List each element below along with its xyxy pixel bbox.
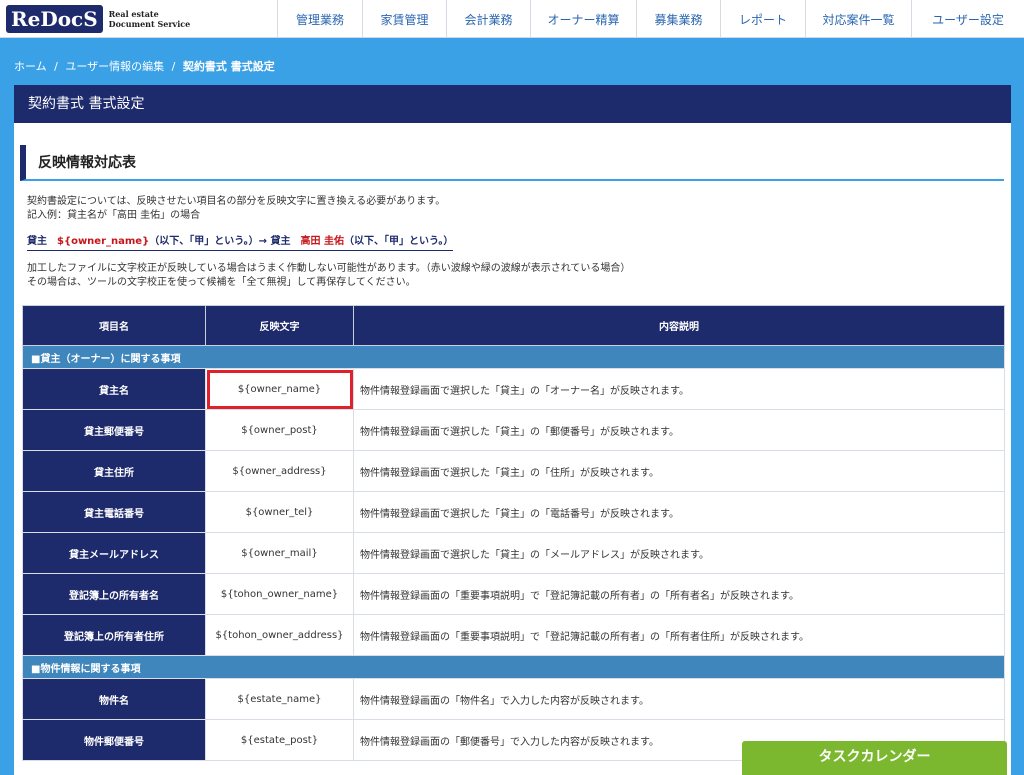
item-name: 貸主メールアドレス xyxy=(22,532,206,574)
code-cell[interactable]: ${owner_address} xyxy=(205,450,354,492)
desc-cell: 物件情報登録画面で選択した「貸主」の「オーナー名」が反映されます。 xyxy=(353,368,1005,410)
code-cell[interactable]: ${owner_tel} xyxy=(205,491,354,533)
breadcrumb-home[interactable]: ホーム xyxy=(14,60,47,73)
breadcrumb-current: 契約書式 書式設定 xyxy=(182,60,275,73)
table-row: 貸主電話番号 ${owner_tel} 物件情報登録画面で選択した「貸主」の「電… xyxy=(22,491,1005,533)
desc-cell: 物件情報登録画面で選択した「貸主」の「電話番号」が反映されます。 xyxy=(353,491,1005,533)
table-row: 登記簿上の所有者住所 ${tohon_owner_address} 物件情報登録… xyxy=(22,614,1005,656)
table-row: 貸主名 ${owner_name} 物件情報登録画面で選択した「貸主」の「オーナ… xyxy=(22,368,1005,410)
nav-owner-settlement[interactable]: オーナー精算 xyxy=(530,0,636,38)
desc-cell: 物件情報登録画面で選択した「貸主」の「住所」が反映されます。 xyxy=(353,450,1005,492)
desc-cell: 物件情報登録画面の「物件名」で入力した内容が反映されます。 xyxy=(353,678,1005,720)
breadcrumb-sep: / xyxy=(54,60,58,73)
table-row: 物件名 ${estate_name} 物件情報登録画面の「物件名」で入力した内容… xyxy=(22,678,1005,720)
code-cell[interactable]: ${owner_mail} xyxy=(205,532,354,574)
desc-cell: 物件情報登録画面で選択した「貸主」の「メールアドレス」が反映されます。 xyxy=(353,532,1005,574)
nav-report[interactable]: レポート xyxy=(720,0,805,38)
nav-user-settings[interactable]: ユーザー設定 xyxy=(911,0,1024,38)
description: 契約書設定については、反映させたい項目名の部分を反映文字に置き換える必要がありま… xyxy=(27,196,446,221)
nav-cases[interactable]: 対応案件一覧 xyxy=(805,0,911,38)
task-calendar-button[interactable]: タスクカレンダー xyxy=(742,741,1007,775)
main-nav: 管理業務 家賃管理 会計業務 オーナー精算 募集業務 レポート 対応案件一覧 ユ… xyxy=(277,0,1024,38)
item-name: 物件名 xyxy=(22,678,206,720)
code-cell[interactable]: ${estate_post} xyxy=(205,719,354,761)
desc-cell: 物件情報登録画面で選択した「貸主」の「郵便番号」が反映されます。 xyxy=(353,409,1005,451)
item-name: 登記簿上の所有者住所 xyxy=(22,614,206,656)
breadcrumb: ホーム / ユーザー情報の編集 / 契約書式 書式設定 xyxy=(14,58,279,74)
logo-subtitle: Real estate Document Service xyxy=(108,9,191,29)
top-header: ReDocS Real estate Document Service 管理業務… xyxy=(0,0,1024,38)
nav-recruitment[interactable]: 募集業務 xyxy=(636,0,720,38)
section-title: 反映情報対応表 xyxy=(20,145,1004,181)
code-cell[interactable]: ${owner_post} xyxy=(205,409,354,451)
header-item-name: 項目名 xyxy=(22,305,206,346)
logo-mark: ReDocS xyxy=(6,5,103,33)
group-owner: ■貸主（オーナー）に関する事項 xyxy=(22,345,1005,369)
logo[interactable]: ReDocS Real estate Document Service xyxy=(6,5,190,33)
code-cell[interactable]: ${estate_name} xyxy=(205,678,354,720)
nav-rent[interactable]: 家賃管理 xyxy=(362,0,446,38)
item-name: 貸主郵便番号 xyxy=(22,409,206,451)
example-line: 貸主 ${owner_name}（以下、「甲」という。）→ 貸主 高田 圭佑（以… xyxy=(27,234,454,251)
breadcrumb-sep: / xyxy=(171,60,176,73)
item-name: 登記簿上の所有者名 xyxy=(22,573,206,615)
breadcrumb-user-edit[interactable]: ユーザー情報の編集 xyxy=(65,60,164,73)
item-name: 貸主住所 xyxy=(22,450,206,492)
nav-accounting[interactable]: 会計業務 xyxy=(446,0,530,38)
mapping-table: 項目名 反映文字 内容説明 ■貸主（オーナー）に関する事項 貸主名 ${owne… xyxy=(22,305,1005,761)
table-row: 貸主住所 ${owner_address} 物件情報登録画面で選択した「貸主」の… xyxy=(22,450,1005,492)
desc-cell: 物件情報登録画面の「重要事項説明」で「登記簿記載の所有者」の「所有者名」が反映さ… xyxy=(353,573,1005,615)
header-description: 内容説明 xyxy=(353,305,1005,346)
table-row: 貸主郵便番号 ${owner_post} 物件情報登録画面で選択した「貸主」の「… xyxy=(22,409,1005,451)
header-code: 反映文字 xyxy=(205,305,354,346)
item-name: 物件郵便番号 xyxy=(22,719,206,761)
table-row: 貸主メールアドレス ${owner_mail} 物件情報登録画面で選択した「貸主… xyxy=(22,532,1005,574)
item-name: 貸主名 xyxy=(22,368,206,410)
nav-management[interactable]: 管理業務 xyxy=(277,0,362,38)
desc-cell: 物件情報登録画面の「重要事項説明」で「登記簿記載の所有者」の「所有者住所」が反映… xyxy=(353,614,1005,656)
code-cell-highlighted[interactable]: ${owner_name} xyxy=(205,368,354,410)
table-row: 登記簿上の所有者名 ${tohon_owner_name} 物件情報登録画面の「… xyxy=(22,573,1005,615)
page-title: 契約書式 書式設定 xyxy=(14,85,1011,123)
code-cell[interactable]: ${tohon_owner_name} xyxy=(205,573,354,615)
content-panel: 契約書式 書式設定 反映情報対応表 契約書設定については、反映させたい項目名の部… xyxy=(14,85,1011,775)
group-estate: ■物件情報に関する事項 xyxy=(22,655,1005,679)
note: 加工したファイルに文字校正が反映している場合はうまく作動しない可能性があります。… xyxy=(27,263,631,288)
code-cell[interactable]: ${tohon_owner_address} xyxy=(205,614,354,656)
item-name: 貸主電話番号 xyxy=(22,491,206,533)
